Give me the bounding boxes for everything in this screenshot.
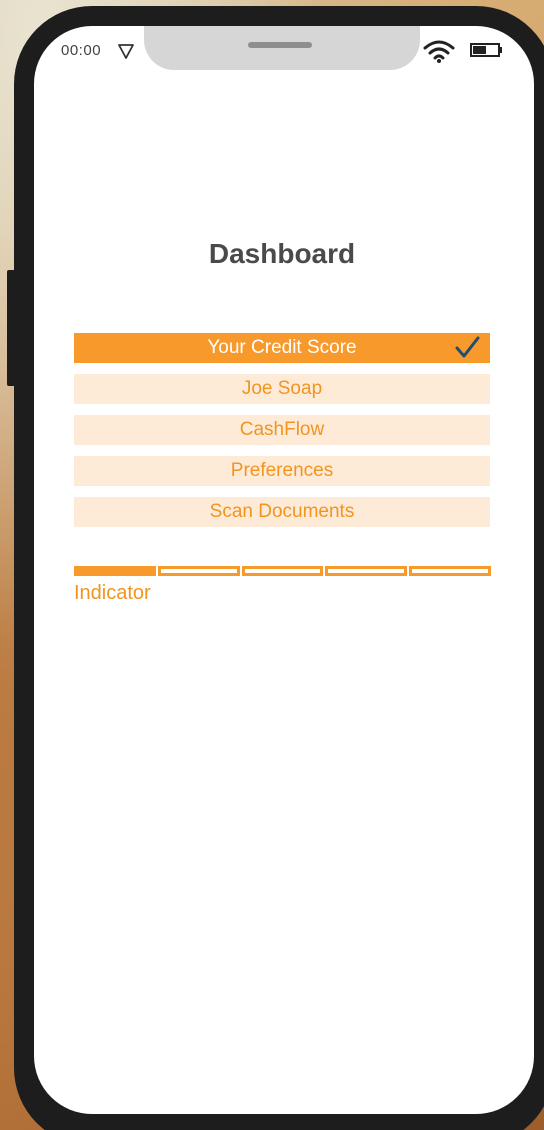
- phone-frame: 00:00 Dashboard Your Credit Score Joe So…: [14, 6, 544, 1130]
- phone-screen: 00:00 Dashboard Your Credit Score Joe So…: [34, 26, 534, 1114]
- menu-item-label: CashFlow: [239, 419, 325, 440]
- menu-item-scan-documents[interactable]: Scan Documents: [74, 497, 490, 527]
- indicator-label: Indicator: [74, 582, 151, 604]
- indicator-segment: [241, 566, 324, 576]
- indicator-segment: [74, 566, 156, 576]
- indicator-segment: [409, 566, 491, 576]
- menu-item-cashflow[interactable]: CashFlow: [74, 415, 490, 445]
- status-time: 00:00: [61, 42, 102, 59]
- progress-indicator: [74, 566, 491, 576]
- dashboard-menu: Your Credit Score Joe Soap CashFlow Pref…: [74, 333, 490, 538]
- menu-item-label: Preferences: [230, 460, 334, 481]
- menu-item-label: Your Credit Score: [207, 337, 357, 358]
- menu-item-label: Scan Documents: [209, 501, 355, 522]
- checkmark-icon: [455, 336, 480, 358]
- notch: [144, 26, 420, 70]
- battery-icon: [470, 43, 502, 57]
- menu-item-label: Joe Soap: [241, 378, 323, 399]
- menu-item-joe-soap[interactable]: Joe Soap: [74, 374, 490, 404]
- page-title: Dashboard: [208, 238, 356, 269]
- indicator-segment: [325, 566, 408, 576]
- wifi-icon: [423, 40, 455, 63]
- location-arrow-icon: [118, 44, 134, 59]
- speaker-grille: [248, 42, 312, 48]
- indicator-segment: [157, 566, 240, 576]
- menu-item-credit-score[interactable]: Your Credit Score: [74, 333, 490, 363]
- menu-item-preferences[interactable]: Preferences: [74, 456, 490, 486]
